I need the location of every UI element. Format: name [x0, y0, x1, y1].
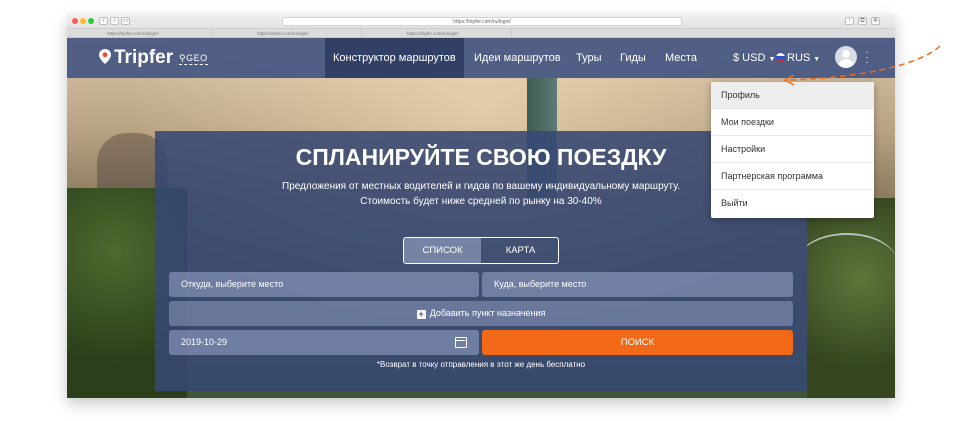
add-destination-label: Добавить пункт назначения — [429, 308, 546, 318]
calendar-icon[interactable] — [455, 337, 467, 348]
hero-title: СПЛАНИРУЙТЕ СВОЮ ПОЕЗДКУ — [295, 144, 667, 170]
to-input[interactable]: Куда, выберите место — [482, 272, 793, 297]
nav-guides[interactable]: Гиды — [620, 38, 646, 78]
menu-item-settings[interactable]: Настройки — [711, 136, 874, 163]
browser-tab[interactable]: https://tripfer.com/ru/login/ — [67, 29, 212, 38]
logo[interactable]: Tripfer — [114, 47, 173, 69]
date-input[interactable]: 2019-10-29 — [169, 330, 479, 355]
subtitle-line: Стоимость будет ниже средней по рынку на… — [360, 196, 602, 207]
add-destination-button[interactable]: + Добавить пункт назначения — [169, 301, 793, 326]
menu-item-my-trips[interactable]: Мои поездки — [711, 109, 874, 136]
list-view-button[interactable]: СПИСОК — [404, 238, 481, 263]
trip-planner-panel: СПЛАНИРУЙТЕ СВОЮ ПОЕЗДКУ Предложения от … — [155, 131, 807, 391]
screenshot-stage: ‹ › ▭ https://tripfer.com/ru/login/ ↑ ⧉ … — [0, 0, 960, 421]
hero-subtitle: Предложения от местных водителей и гидов… — [155, 179, 807, 209]
address-bar[interactable]: https://tripfer.com/ru/login/ — [282, 17, 682, 26]
search-button[interactable]: ПОИСК — [482, 330, 793, 355]
maximize-window-icon[interactable] — [88, 18, 94, 24]
browser-toolbar: ‹ › ▭ https://tripfer.com/ru/login/ ↑ ⧉ … — [67, 14, 895, 29]
share-icon[interactable]: ↑ — [845, 17, 854, 25]
nav-route-ideas[interactable]: Идеи маршрутов — [474, 38, 561, 78]
currency-label: $ USD — [733, 52, 766, 64]
browser-tab[interactable]: https://tripfer.com/ru/login/ — [367, 29, 512, 38]
background-bridge — [797, 233, 895, 293]
background-trees — [807, 198, 895, 398]
nav-tours[interactable]: Туры — [576, 38, 602, 78]
menu-item-logout[interactable]: Выйти — [711, 190, 874, 217]
close-window-icon[interactable] — [72, 18, 78, 24]
return-note: *Возврат в точку отправления в этот же д… — [376, 360, 586, 369]
date-value: 2019-10-29 — [181, 337, 228, 347]
minimize-window-icon[interactable] — [80, 18, 86, 24]
nav-places[interactable]: Места — [665, 38, 697, 78]
tabs-icon[interactable]: ⧉ — [858, 17, 867, 25]
map-view-button[interactable]: КАРТА — [482, 238, 558, 263]
menu-item-partner-program[interactable]: Партнерская программа — [711, 163, 874, 190]
view-toggle: СПИСОК КАРТА — [403, 237, 559, 264]
plus-icon: + — [416, 309, 426, 319]
user-dropdown-menu: Профиль Мои поездки Настройки Партнерска… — [711, 82, 874, 218]
subtitle-line: Предложения от местных водителей и гидов… — [282, 181, 680, 192]
browser-tab[interactable]: https://tripfer.com/ru/login/ — [217, 29, 362, 38]
annotation-arrow-icon — [783, 45, 941, 86]
nav-route-builder[interactable]: Конструктор маршрутов — [325, 38, 464, 78]
location-pin-icon — [99, 49, 111, 64]
sidebar-icon[interactable]: ▭ — [121, 17, 130, 25]
back-icon[interactable]: ‹ — [99, 17, 108, 25]
from-input[interactable]: Откуда, выберите место — [169, 272, 479, 297]
settings-icon[interactable]: ✲ — [871, 17, 880, 25]
browser-tabs: https://tripfer.com/ru/login/ https://tr… — [67, 29, 895, 38]
forward-icon[interactable]: › — [110, 17, 119, 25]
region-selector[interactable]: ⚲GEO — [179, 53, 208, 65]
region-label: GEO — [186, 53, 208, 63]
